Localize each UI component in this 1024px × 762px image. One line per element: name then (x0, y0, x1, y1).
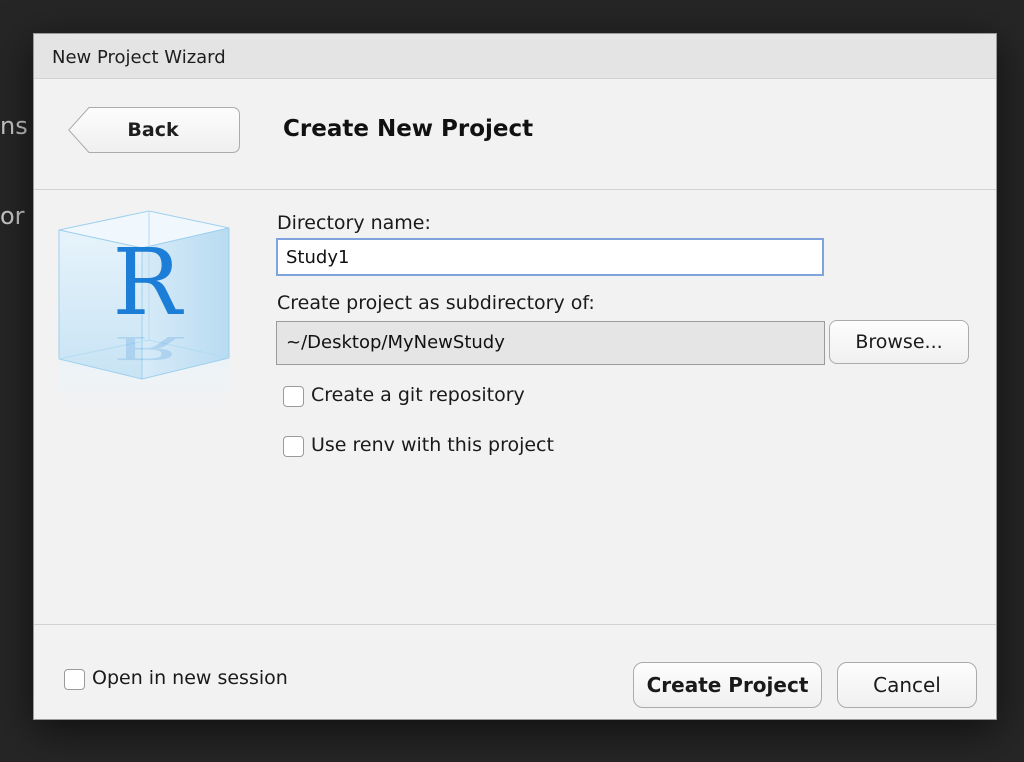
directory-name-input[interactable] (276, 238, 824, 276)
dialog-title: New Project Wizard (52, 47, 226, 68)
background-text-fragment: ns (0, 112, 28, 140)
new-session-checkbox[interactable] (64, 669, 85, 690)
new-session-label[interactable]: Open in new session (92, 667, 288, 689)
logo-letter: R (112, 229, 184, 336)
git-repository-label[interactable]: Create a git repository (311, 384, 525, 406)
cancel-button[interactable]: Cancel (837, 662, 977, 708)
renv-label[interactable]: Use renv with this project (311, 434, 554, 456)
create-project-button[interactable]: Create Project (633, 662, 822, 708)
dialog-titlebar[interactable]: New Project Wizard (34, 34, 996, 79)
logo-letter-reflection: R (112, 329, 184, 366)
new-project-dialog: New Project Wizard Back Create New Proje… (33, 33, 997, 720)
subdirectory-path-field: ~/Desktop/MyNewStudy (276, 321, 825, 365)
git-repository-checkbox[interactable] (283, 386, 304, 407)
back-button-label: Back (127, 119, 179, 141)
directory-name-label: Directory name: (277, 212, 431, 234)
subdirectory-label: Create project as subdirectory of: (277, 292, 595, 314)
back-button[interactable]: Back (68, 107, 240, 153)
footer-divider (34, 624, 996, 625)
page-title: Create New Project (283, 116, 534, 142)
renv-checkbox[interactable] (283, 436, 304, 457)
wizard-header: Back Create New Project (34, 79, 996, 190)
background-text-fragment: or (0, 202, 25, 230)
r-project-logo: R R (54, 204, 244, 414)
browse-button[interactable]: Browse... (829, 320, 969, 364)
